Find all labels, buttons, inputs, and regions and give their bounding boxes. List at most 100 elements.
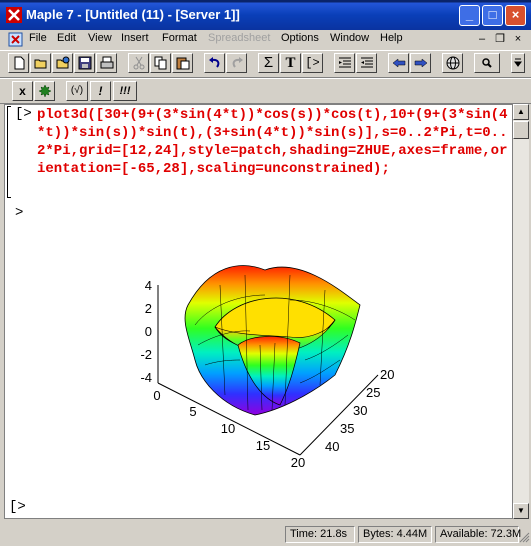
- close-icon: ×: [511, 7, 520, 22]
- document-icon[interactable]: [8, 32, 23, 47]
- vertical-scrollbar[interactable]: ▲ ▼: [513, 104, 529, 519]
- print-button[interactable]: [96, 53, 117, 73]
- x-tick-label: 5: [189, 404, 196, 419]
- status-bar: Time: 21.8s Bytes: 4.44M Available: 72.3…: [0, 523, 531, 546]
- minimize-button[interactable]: _: [459, 5, 480, 26]
- indent-button[interactable]: [356, 53, 377, 73]
- new-document-icon: [14, 56, 24, 70]
- title-bar: Maple 7 - [Untitled (11) - [Server 1]] _…: [0, 0, 531, 30]
- sqrt-icon: (√): [70, 85, 84, 96]
- toggle-expression-button[interactable]: (√): [66, 81, 88, 101]
- chevron-down-icon: [514, 58, 522, 67]
- copy-button[interactable]: [150, 53, 171, 73]
- z-tick-label: 4: [145, 278, 152, 293]
- plot3d-command[interactable]: plot3d([30+(9+(3*sin(4*t))*cos(s))*cos(t…: [37, 106, 511, 178]
- menu-edit[interactable]: Edit: [57, 32, 76, 44]
- input-prompt[interactable]: [>: [9, 499, 26, 515]
- math-input-button[interactable]: x: [12, 81, 33, 101]
- resize-grip-icon[interactable]: [519, 532, 530, 543]
- status-available: Available: 72.3M: [435, 526, 521, 543]
- doc-close-icon[interactable]: ×: [510, 32, 526, 46]
- z-tick-label: 2: [145, 301, 152, 316]
- minimize-icon: _: [465, 7, 474, 22]
- magnifier-icon: [482, 58, 492, 68]
- y-tick-label: 35: [340, 421, 354, 436]
- close-button[interactable]: ×: [505, 5, 526, 26]
- indent-icon: [360, 57, 373, 68]
- save-button[interactable]: [74, 53, 95, 73]
- doc-minimize-icon[interactable]: –: [474, 32, 490, 46]
- input-prompt: >: [15, 205, 24, 221]
- maple-app-icon[interactable]: [6, 7, 22, 23]
- outdent-button[interactable]: [334, 53, 355, 73]
- y-axis-ticks: 20 25 30 35 40: [325, 367, 394, 454]
- context-toolbar: x (√) ! !!!: [0, 78, 531, 104]
- zoom-button[interactable]: [474, 53, 500, 73]
- open-url-icon: [56, 56, 69, 69]
- undo-button[interactable]: [204, 53, 225, 73]
- maple-input-button[interactable]: [34, 81, 55, 101]
- arrow-up-icon: ▲: [517, 107, 525, 116]
- menu-view[interactable]: View: [88, 32, 112, 44]
- stop-button[interactable]: [442, 53, 463, 73]
- sigma-icon: Σ: [263, 54, 274, 71]
- x-tick-label: 0: [153, 388, 160, 403]
- menu-file[interactable]: File: [29, 32, 47, 44]
- redo-button[interactable]: [226, 53, 247, 73]
- triple-exclamation-icon: !!!: [119, 85, 131, 97]
- paste-icon: [176, 57, 189, 70]
- x-tick-label: 15: [256, 438, 270, 453]
- redo-arrow-icon: [232, 57, 243, 68]
- scroll-up-button[interactable]: ▲: [513, 104, 529, 120]
- worksheet[interactable]: [> plot3d([30+(9+(3*sin(4*t))*cos(s))*co…: [4, 104, 513, 519]
- z-axis-ticks: 4 2 0 -2 -4: [140, 278, 152, 385]
- maple-leaf-icon: [37, 84, 52, 98]
- menu-insert[interactable]: Insert: [121, 32, 149, 44]
- cut-button[interactable]: [128, 53, 149, 73]
- toolbar-overflow-button[interactable]: [511, 53, 525, 73]
- maximize-icon: □: [488, 7, 497, 22]
- insert-execution-group-button[interactable]: [>: [302, 53, 323, 73]
- outdent-icon: [338, 57, 351, 68]
- save-disk-icon: [78, 56, 91, 70]
- open-url-button[interactable]: [52, 53, 73, 73]
- maximize-button[interactable]: □: [482, 5, 503, 26]
- y-tick-label: 25: [366, 385, 380, 400]
- execute-all-button[interactable]: !!!: [113, 81, 137, 101]
- z-tick-label: -2: [140, 347, 152, 362]
- torus-surface: [184, 265, 361, 416]
- doc-restore-icon[interactable]: ❐: [492, 32, 508, 46]
- open-folder-icon: [34, 59, 46, 69]
- x-tick-label: 20: [291, 455, 305, 470]
- printer-icon: [100, 56, 113, 69]
- insert-text-button[interactable]: T: [280, 53, 301, 73]
- text-t-icon: T: [285, 55, 296, 71]
- insert-math-button[interactable]: Σ: [258, 53, 279, 73]
- exclamation-icon: !: [98, 84, 103, 98]
- back-button[interactable]: [388, 53, 409, 73]
- scroll-down-button[interactable]: ▼: [513, 503, 529, 519]
- x-tick-label: 10: [221, 421, 235, 436]
- scroll-thumb[interactable]: [513, 121, 529, 139]
- forward-button[interactable]: [410, 53, 431, 73]
- open-button[interactable]: [30, 53, 51, 73]
- input-prompt: [>: [15, 106, 32, 122]
- globe-icon: [446, 56, 459, 70]
- execution-group-bracket: [7, 106, 11, 198]
- paste-button[interactable]: [172, 53, 193, 73]
- menu-spreadsheet: Spreadsheet: [208, 32, 271, 44]
- menu-format[interactable]: Format: [162, 32, 197, 44]
- menu-window[interactable]: Window: [330, 32, 369, 44]
- y-tick-label: 20: [380, 367, 394, 382]
- z-tick-label: 0: [145, 324, 152, 339]
- plot3d-output[interactable]: 4 2 0 -2 -4 0 5 10 15 20 20 25 30 35 40: [120, 265, 420, 505]
- arrow-down-icon: ▼: [517, 506, 525, 515]
- y-tick-label: 40: [325, 439, 339, 454]
- left-arrow-icon: [392, 58, 405, 68]
- menu-help[interactable]: Help: [380, 32, 403, 44]
- status-bytes: Bytes: 4.44M: [358, 526, 432, 543]
- execute-current-button[interactable]: !: [90, 81, 111, 101]
- menu-options[interactable]: Options: [281, 32, 319, 44]
- new-button[interactable]: [8, 53, 29, 73]
- menu-bar: File Edit View Insert Format Spreadsheet…: [0, 30, 531, 49]
